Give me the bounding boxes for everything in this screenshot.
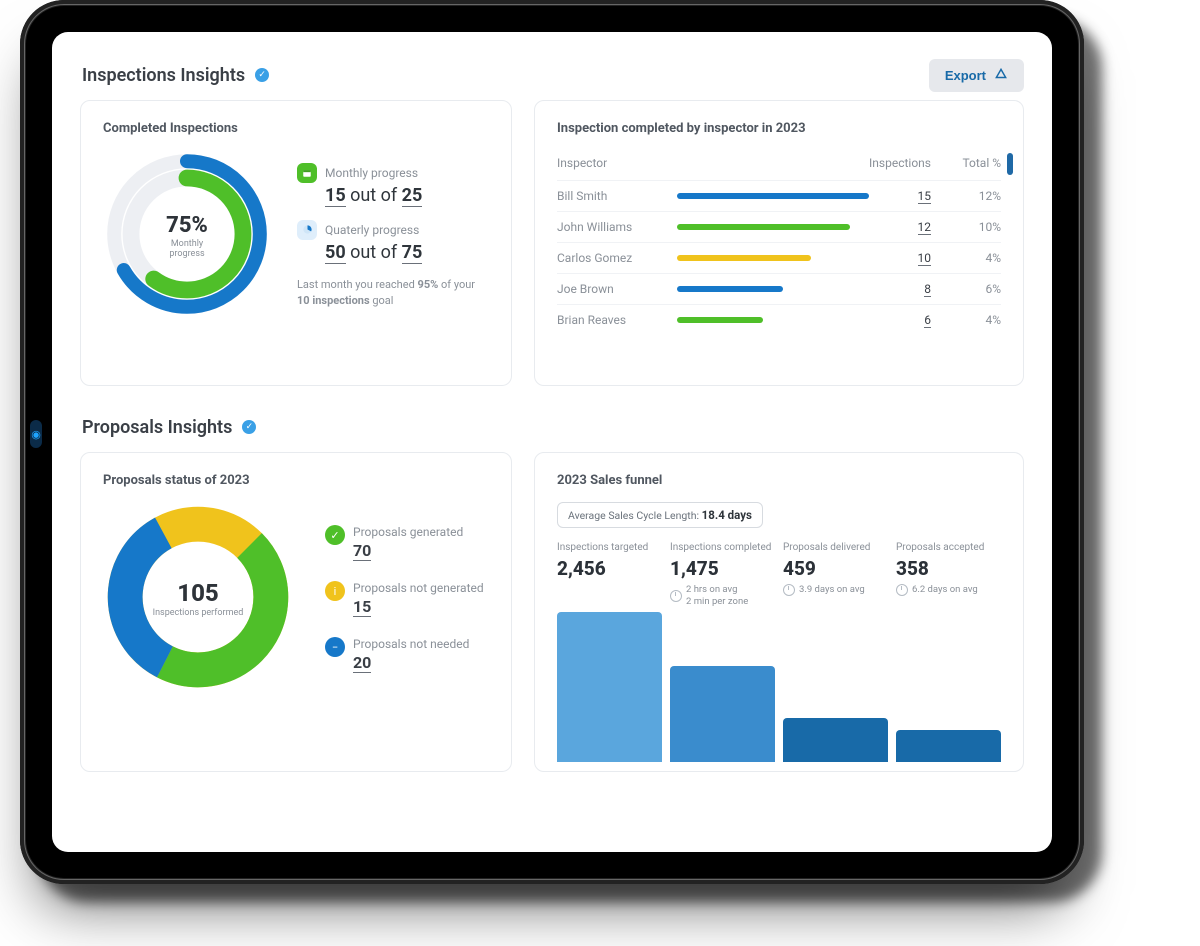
inspector-pct: 10% <box>941 220 1001 234</box>
col-inspections: Inspections <box>869 156 941 170</box>
inspector-name: John Williams <box>557 220 677 234</box>
funnel-value: 358 <box>896 557 1001 581</box>
scrollbar-thumb[interactable] <box>1007 153 1013 175</box>
proposals-status-card: Proposals status of 2023 105 Inspections… <box>80 452 512 772</box>
proposal-item-label: Proposals not generated <box>353 581 484 595</box>
funnel-value: 459 <box>783 557 888 581</box>
funnel-bar <box>896 730 1001 762</box>
pie-icon <box>297 220 317 240</box>
verified-icon: ✓ <box>255 68 269 82</box>
proposal-item-value: 15 <box>353 597 371 617</box>
status-icon: − <box>325 637 345 657</box>
proposals-center-value: 105 <box>177 579 219 607</box>
funnel-note: 2 hrs on avg 2 min per zone <box>670 584 775 608</box>
export-icon <box>994 67 1008 84</box>
funnel-label: Inspections completed <box>670 542 775 555</box>
funnel-bar <box>670 666 775 762</box>
quarterly-current: 50 <box>325 242 346 264</box>
proposals-center-label: Inspections performed <box>153 609 244 619</box>
calendar-icon <box>297 163 317 183</box>
inspector-name: Carlos Gomez <box>557 251 677 265</box>
funnel-note: 3.9 days on avg <box>783 584 888 596</box>
tablet-frame: ◉ Inspections Insights ✓ Export Complete… <box>20 0 1084 884</box>
inspector-count: 8 <box>924 282 931 297</box>
funnel-label: Proposals accepted <box>896 542 1001 555</box>
inspector-pct: 4% <box>941 313 1001 327</box>
table-row[interactable]: Joe Brown 8 6% <box>557 273 1001 304</box>
quarterly-total: 75 <box>402 242 423 264</box>
funnel-value: 2,456 <box>557 557 662 581</box>
completed-inspections-footnote: Last month you reached 95% of your 10 in… <box>297 277 489 310</box>
inspector-bar <box>677 317 869 323</box>
completed-inspections-title: Completed Inspections <box>103 121 489 136</box>
proposals-donut: 105 Inspections performed <box>103 502 293 696</box>
sales-funnel-card: 2023 Sales funnel Average Sales Cycle Le… <box>534 452 1024 772</box>
funnel-bar <box>557 612 662 762</box>
table-row[interactable]: John Williams 12 10% <box>557 211 1001 242</box>
table-row[interactable]: Brian Reaves 6 4% <box>557 304 1001 335</box>
proposal-item-value: 20 <box>353 653 371 673</box>
status-icon: i <box>325 581 345 601</box>
funnel-column: Inspections targeted 2,456 <box>557 542 662 762</box>
table-row[interactable]: Bill Smith 15 12% <box>557 180 1001 211</box>
proposals-status-title: Proposals status of 2023 <box>103 473 489 488</box>
inspector-count: 6 <box>924 313 931 328</box>
sales-funnel-title: 2023 Sales funnel <box>557 473 1001 488</box>
funnel-value: 1,475 <box>670 557 775 581</box>
inspector-bar <box>677 255 869 261</box>
completed-inspections-donut: 75% Monthly progress <box>103 150 271 322</box>
export-button[interactable]: Export <box>929 59 1024 92</box>
funnel-note: 6.2 days on avg <box>896 584 1001 596</box>
inspector-pct: 6% <box>941 282 1001 296</box>
inspector-table-card: Inspection completed by inspector in 202… <box>534 100 1024 386</box>
proposal-item-label: Proposals not needed <box>353 637 469 651</box>
monthly-join: out of <box>346 185 402 206</box>
funnel-bar <box>783 718 888 762</box>
funnel-column: Inspections completed 1,475 2 hrs on avg 2… <box>670 542 775 762</box>
clock-icon <box>670 590 682 602</box>
proposal-status-item: −Proposals not needed 20 <box>325 637 484 673</box>
table-row[interactable]: Carlos Gomez 10 4% <box>557 242 1001 273</box>
inspector-bar <box>677 224 869 230</box>
export-label: Export <box>945 68 986 83</box>
status-icon: ✓ <box>325 525 345 545</box>
inspector-name: Brian Reaves <box>557 313 677 327</box>
proposal-item-value: 70 <box>353 541 371 561</box>
inspector-pct: 4% <box>941 251 1001 265</box>
funnel-column: Proposals delivered 459 3.9 days on avg <box>783 542 888 762</box>
funnel-label: Proposals delivered <box>783 542 888 555</box>
inspector-bar <box>677 193 869 199</box>
quarterly-join: out of <box>346 242 402 263</box>
donut-center-value: 75% <box>166 213 208 238</box>
power-button-icon: ◉ <box>30 420 42 448</box>
inspector-name: Joe Brown <box>557 282 677 296</box>
col-inspector: Inspector <box>557 156 677 170</box>
inspector-table-title: Inspection completed by inspector in 202… <box>557 121 1001 136</box>
verified-icon: ✓ <box>242 420 256 434</box>
clock-icon <box>783 584 795 596</box>
funnel-label: Inspections targeted <box>557 542 662 555</box>
inspections-section-title: Inspections Insights <box>82 65 245 86</box>
inspector-name: Bill Smith <box>557 189 677 203</box>
clock-icon <box>896 584 908 596</box>
inspector-count: 15 <box>918 189 932 204</box>
inspector-bar <box>677 286 869 292</box>
proposals-section-title: Proposals Insights <box>82 417 232 438</box>
funnel-column: Proposals accepted 358 6.2 days on avg <box>896 542 1001 762</box>
inspector-pct: 12% <box>941 189 1001 203</box>
inspector-count: 10 <box>918 251 932 266</box>
inspector-count: 12 <box>918 220 932 235</box>
proposal-status-item: i Proposals not generated 15 <box>325 581 484 617</box>
proposal-item-label: Proposals generated <box>353 525 463 539</box>
monthly-current: 15 <box>325 185 346 207</box>
sales-cycle-pill: Average Sales Cycle Length: 18.4 days <box>557 502 763 528</box>
completed-inspections-card: Completed Inspections <box>80 100 512 386</box>
col-total: Total % <box>941 156 1001 170</box>
monthly-progress-label: Monthly progress <box>325 166 418 180</box>
quarterly-progress-label: Quaterly progress <box>325 223 419 237</box>
monthly-total: 25 <box>402 185 423 207</box>
donut-center-label: Monthly progress <box>169 240 204 260</box>
proposal-status-item: ✓ Proposals generated 70 <box>325 525 484 561</box>
